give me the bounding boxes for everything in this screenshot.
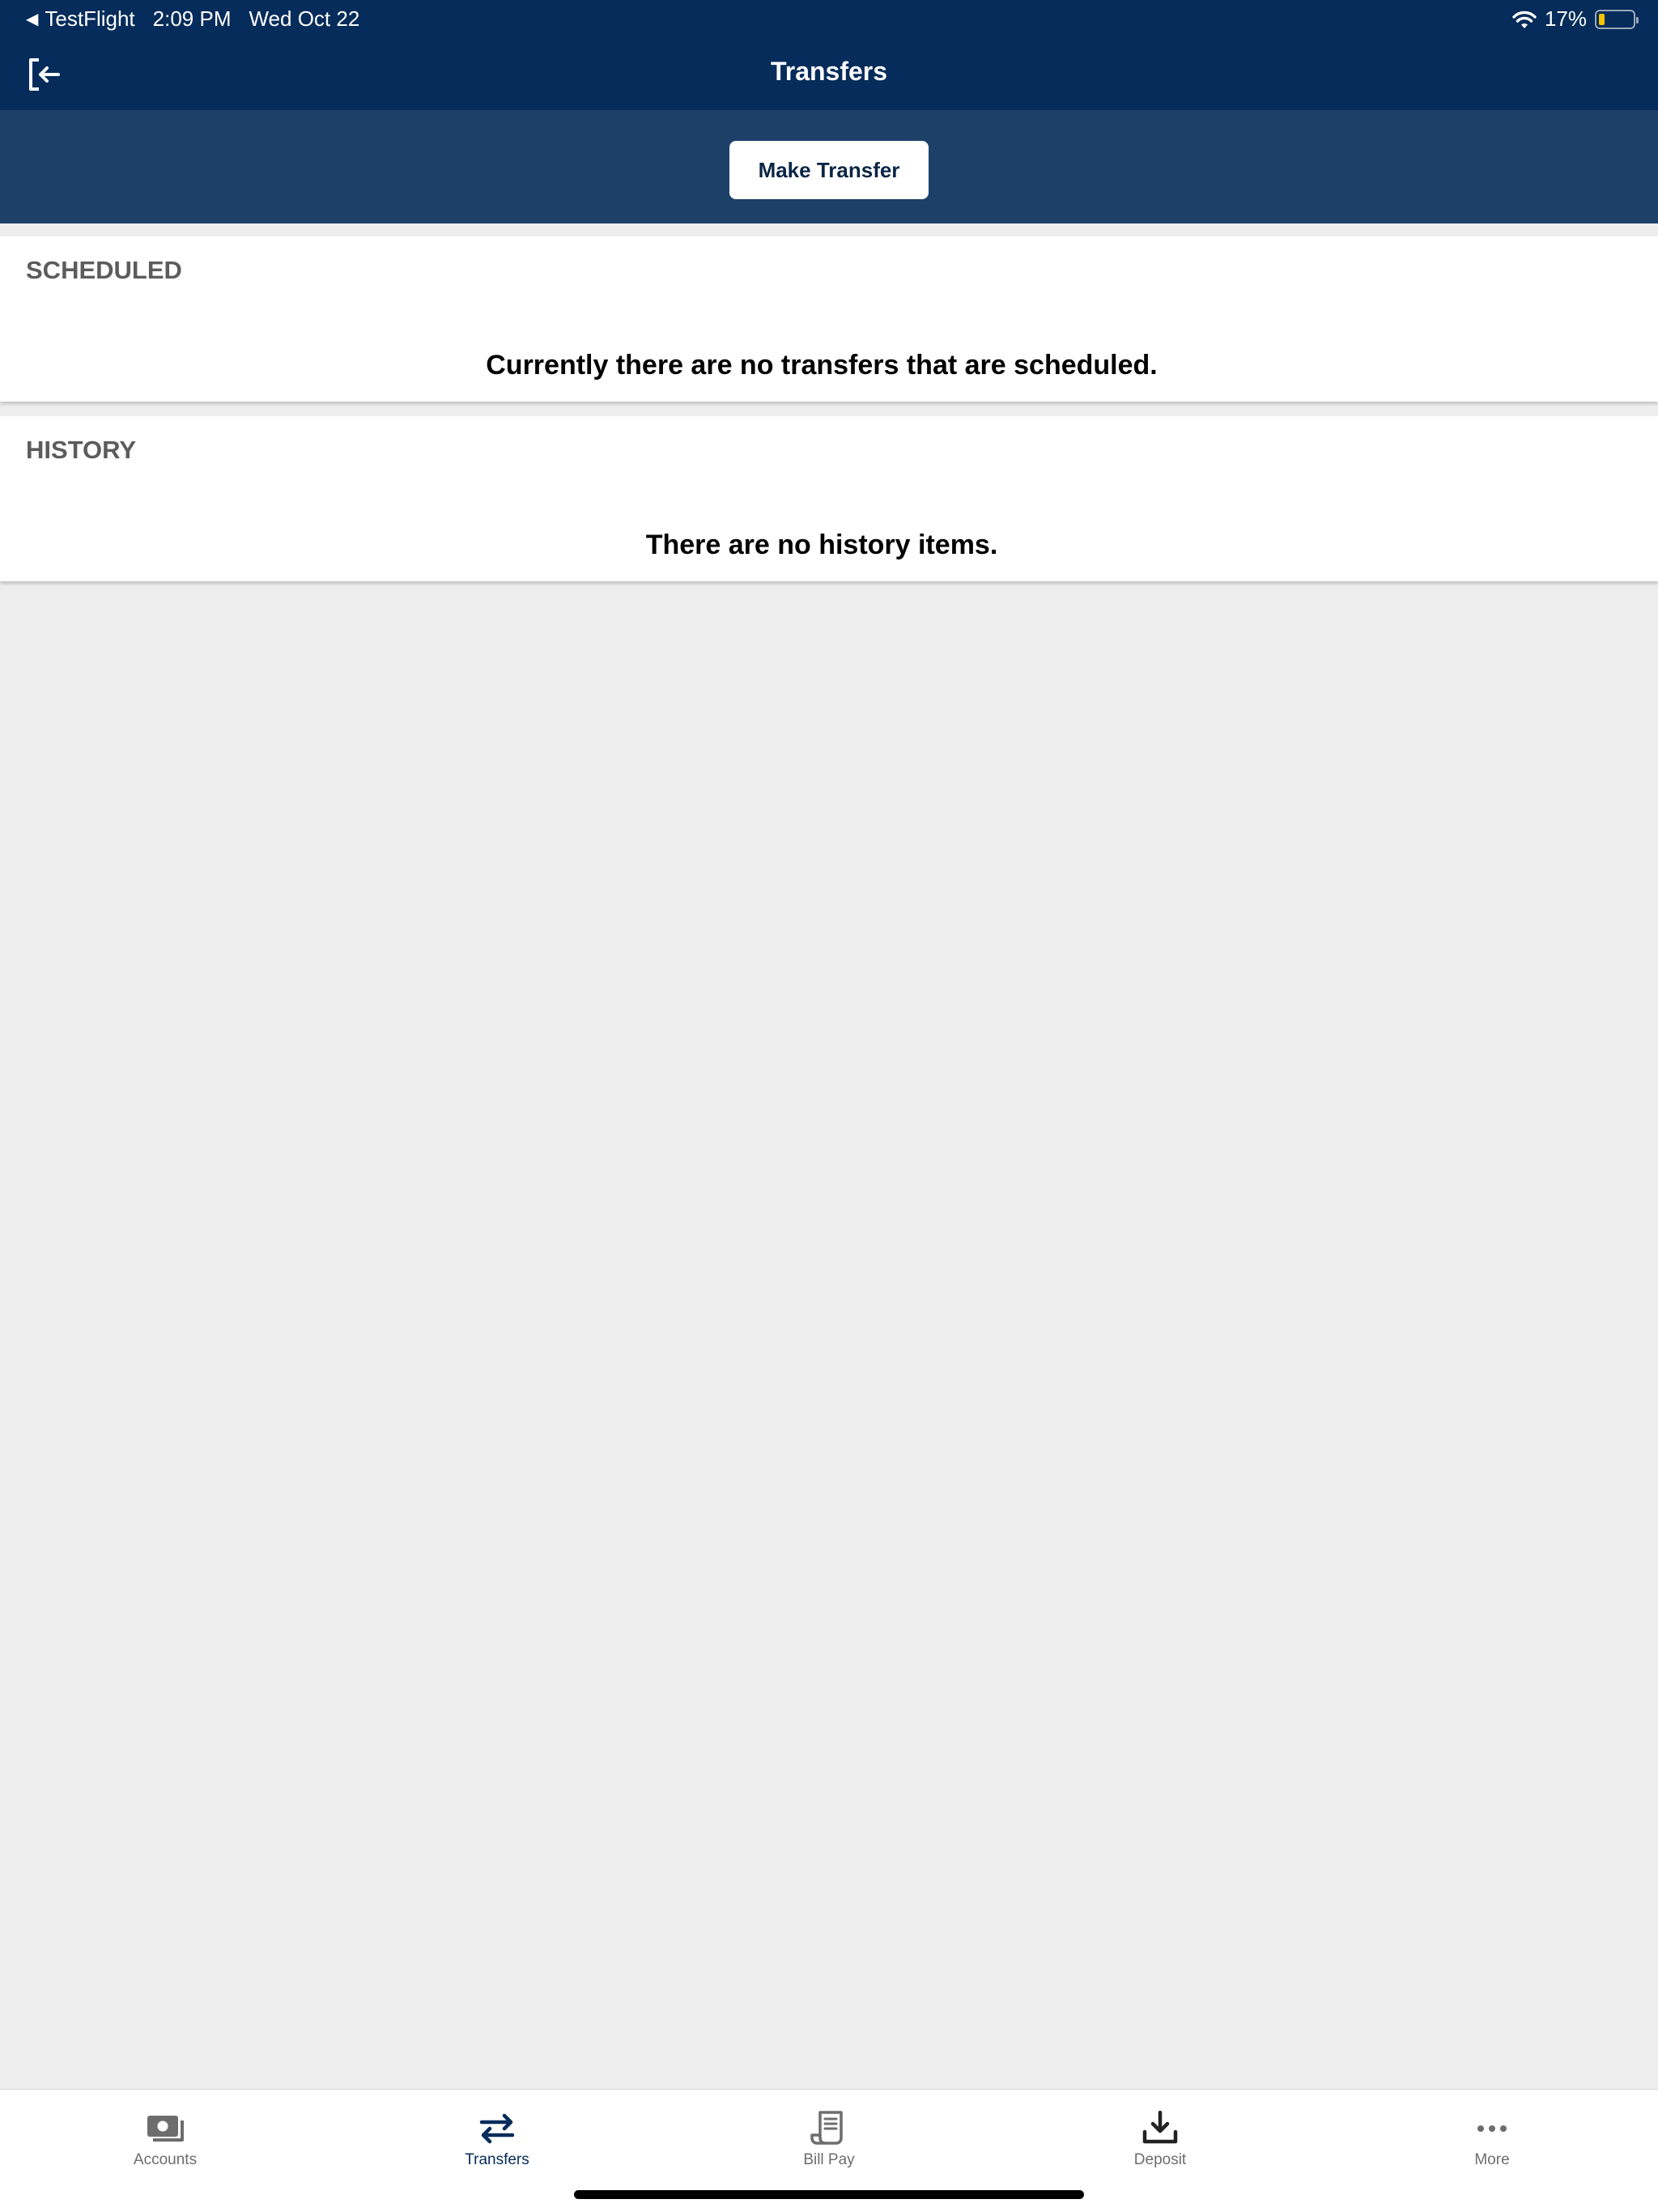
wifi-icon (1512, 11, 1537, 28)
status-left: ◀ TestFlight 2:09 PM Wed Oct 22 (26, 6, 359, 32)
cash-icon (147, 2116, 184, 2142)
tab-label: More (1474, 2151, 1510, 2168)
tab-more[interactable]: More (1411, 2101, 1573, 2182)
home-indicator (574, 2190, 1084, 2199)
tab-bill-pay[interactable]: Bill Pay (748, 2101, 910, 2182)
tab-label: Bill Pay (803, 2151, 855, 2168)
tab-label: Deposit (1133, 2151, 1187, 2168)
battery-percent: 17% (1544, 6, 1587, 31)
tab-deposit[interactable]: Deposit (1079, 2101, 1241, 2182)
back-app-label[interactable]: TestFlight (45, 6, 134, 32)
scheduled-empty-message: Currently there are no transfers that ar… (486, 350, 1158, 381)
tab-label: Transfers (465, 2151, 529, 2168)
battery-fill (1599, 13, 1605, 25)
action-band: Make Transfer (0, 110, 1658, 223)
history-empty-message: There are no history items. (645, 530, 998, 560)
status-date: Wed Oct 22 (249, 6, 360, 31)
scheduled-header: SCHEDULED (26, 256, 182, 284)
transfer-arrows-icon (479, 2113, 515, 2144)
status-time: 2:09 PM (152, 6, 232, 31)
tab-accounts[interactable]: Accounts (84, 2101, 246, 2182)
make-transfer-button[interactable]: Make Transfer (729, 141, 929, 199)
nav-bar: Transfers (0, 39, 1658, 110)
history-section: HISTORY There are no history items. (0, 416, 1658, 581)
battery-icon (1595, 9, 1639, 29)
back-to-app-icon[interactable]: ◀ (26, 9, 38, 29)
more-dots-icon (1477, 2125, 1507, 2132)
tab-transfers[interactable]: Transfers (416, 2101, 578, 2182)
download-tray-icon (1142, 2111, 1178, 2144)
page-title: Transfers (770, 57, 888, 86)
status-bar: ◀ TestFlight 2:09 PM Wed Oct 22 17% (0, 0, 1658, 39)
scheduled-section: SCHEDULED Currently there are no transfe… (0, 236, 1658, 402)
history-header: HISTORY (26, 436, 137, 464)
tab-label: Accounts (133, 2151, 198, 2168)
status-right: 17% (1512, 6, 1639, 32)
receipt-icon (810, 2111, 843, 2145)
